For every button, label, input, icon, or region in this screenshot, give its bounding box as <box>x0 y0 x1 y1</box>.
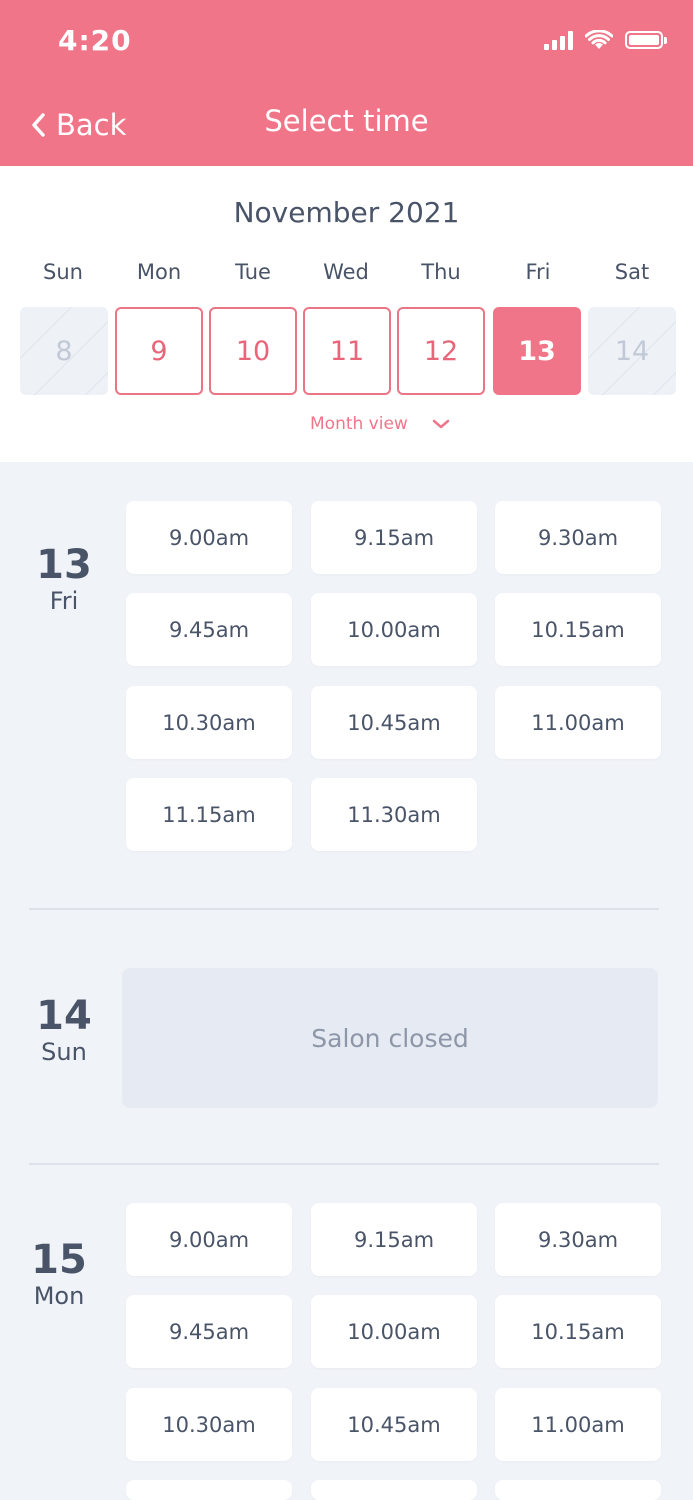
weekday-label: Sat <box>614 260 650 284</box>
time-slot[interactable]: 9.15am <box>311 501 477 574</box>
time-slot[interactable]: 9.45am <box>126 1295 292 1368</box>
section-divider <box>29 908 659 910</box>
calendar-day-12[interactable]: 12 <box>397 307 485 395</box>
status-icons <box>544 30 667 50</box>
page-title: Select time <box>264 104 429 138</box>
time-slot[interactable]: 11.00am <box>495 1388 661 1461</box>
time-slot[interactable]: 10.00am <box>311 1295 477 1368</box>
time-slot[interactable]: 9.00am <box>126 1203 292 1276</box>
date-number: 14 <box>36 993 92 1039</box>
status-time: 4:20 <box>58 24 132 57</box>
salon-closed-notice: Salon closed <box>122 968 658 1108</box>
schedule-date-15: 15 Mon <box>24 1238 94 1310</box>
time-slot[interactable]: 9.30am <box>495 1203 661 1276</box>
app-header: 4:20 Back Select time <box>0 0 693 166</box>
date-number: 13 <box>36 542 92 588</box>
chevron-down-icon <box>432 419 450 429</box>
weekday-label: Mon <box>136 260 182 284</box>
time-slot[interactable]: 11.30am <box>311 778 477 851</box>
wifi-icon <box>585 30 613 49</box>
date-weekday: Mon <box>33 1282 85 1310</box>
calendar-day-13[interactable]: 13 <box>493 307 581 395</box>
time-slot[interactable]: 9.30am <box>495 501 661 574</box>
time-slot[interactable]: 10.30am <box>126 686 292 759</box>
time-slot-partial[interactable] <box>126 1480 292 1500</box>
calendar-day-14: 14 <box>588 307 676 395</box>
time-slot[interactable]: 10.45am <box>311 686 477 759</box>
time-slot[interactable]: 9.45am <box>126 593 292 666</box>
month-view-label: Month view <box>310 414 408 434</box>
time-slot[interactable]: 10.45am <box>311 1388 477 1461</box>
section-divider <box>29 1163 659 1165</box>
calendar-day-10[interactable]: 10 <box>209 307 297 395</box>
date-weekday: Fri <box>49 587 79 615</box>
month-view-toggle[interactable]: Month view <box>310 414 450 434</box>
weekday-label: Sun <box>43 260 83 284</box>
weekday-label: Fri <box>525 260 551 284</box>
time-slot[interactable]: 10.15am <box>495 1295 661 1368</box>
weekday-label: Tue <box>235 260 271 284</box>
cellular-signal-icon <box>544 30 573 50</box>
time-slot[interactable]: 10.15am <box>495 593 661 666</box>
time-slot[interactable]: 11.15am <box>126 778 292 851</box>
weekday-label: Wed <box>323 260 369 284</box>
time-slot[interactable]: 9.00am <box>126 501 292 574</box>
schedule-date-13: 13 Fri <box>29 543 99 615</box>
schedule-date-14: 14 Sun <box>29 994 99 1066</box>
date-weekday: Sun <box>41 1038 87 1066</box>
calendar-day-11[interactable]: 11 <box>303 307 391 395</box>
calendar-day-8: 8 <box>20 307 108 395</box>
time-slot-partial[interactable] <box>311 1480 477 1500</box>
time-slot[interactable]: 10.00am <box>311 593 477 666</box>
time-slot[interactable]: 9.15am <box>311 1203 477 1276</box>
time-slot[interactable]: 11.00am <box>495 686 661 759</box>
calendar-day-9[interactable]: 9 <box>115 307 203 395</box>
battery-icon <box>625 31 667 49</box>
month-title: November 2021 <box>233 196 460 229</box>
time-slot[interactable]: 10.30am <box>126 1388 292 1461</box>
date-number: 15 <box>31 1237 87 1283</box>
weekday-label: Thu <box>421 260 461 284</box>
time-slot-partial[interactable] <box>495 1480 661 1500</box>
week-calendar: November 2021 Sun Mon Tue Wed Thu Fri Sa… <box>0 166 693 462</box>
